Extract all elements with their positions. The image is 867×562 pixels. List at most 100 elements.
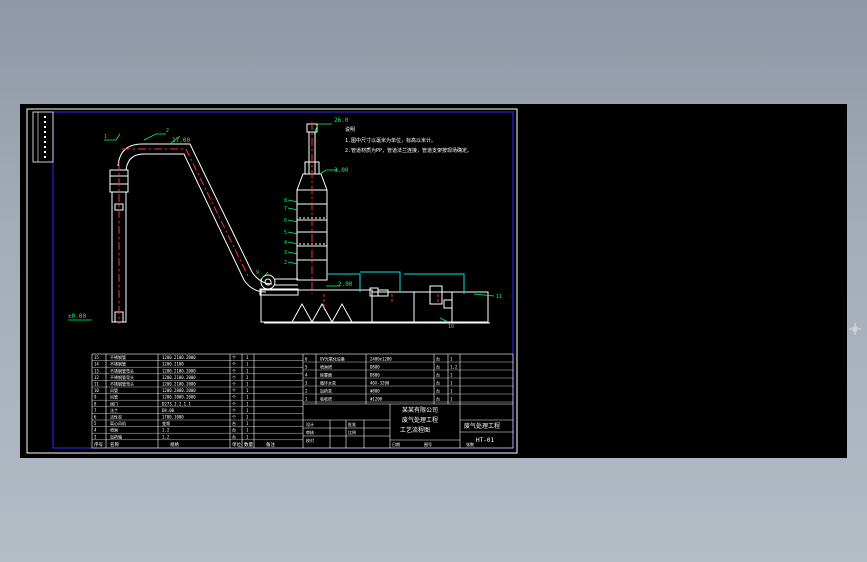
bom-left-cell: 个 [232,408,236,413]
bom-left-cell: 1.2 [162,428,170,433]
bom-left-cell: 1200.2100.2000 [162,355,196,360]
svg-text:张数: 张数 [466,441,474,447]
bom-right-cell: 台 [436,364,440,370]
bom-left-cell: 台 [232,427,236,433]
bom-right-cell: 台 [436,388,440,394]
svg-text:8: 8 [284,198,287,204]
bom-right-cell: 6 [305,357,308,362]
elev-ground: ±0.00 [68,313,86,320]
bom-left-cell: 不锈钢管 [110,361,126,367]
notes-line1: 1.图中尺寸以毫米为单位，标高以米计。 [345,137,436,144]
svg-text:批准: 批准 [348,421,356,427]
drawing-number: HT-01 [476,437,494,444]
bom-left-cell: 4 [94,428,97,433]
svg-text:11: 11 [496,294,502,300]
bom-left-cell: 台 [232,433,236,439]
bom-left-cell: 11 [94,382,99,387]
bom-left-cell: 不锈钢管弯头 [110,381,134,387]
svg-text:1: 1 [104,134,107,140]
bom-left-cell: 喷淋 [110,427,118,433]
bom-right-cell: 台 [436,372,440,378]
bom-left-cell: 6 [94,415,97,420]
exhaust-duct [109,143,273,323]
svg-text:2: 2 [284,260,287,266]
bom-left-cell: 阀门 [110,400,118,406]
bom-left-cell: 1200.2100 [162,362,184,367]
bom-right-cell: 除雾器 [320,372,332,378]
bom-left-cell: 1 [246,421,249,426]
bom-left-cell: 1 [246,375,249,380]
bom-left-cell: 个 [232,388,236,393]
bom-header-name: 名称 [110,441,119,448]
bom-left-cell: 不锈钢管 [110,354,126,360]
bom-right-cell: Φ800 [370,389,380,394]
bom-left-cell: 个 [232,375,236,380]
bom-left-cell: 1200.2100.2000 [162,368,196,373]
project-line3: 工艺流程图 [400,426,430,434]
bom-header: 序号 名称 规格 单位 数量 备注 [94,441,275,448]
drawing-name: 废气处理工程 [464,422,500,430]
svg-text:日期: 日期 [392,441,400,447]
bom-right-cell: 台 [436,396,440,402]
bom-right-cell: 台 [436,380,440,386]
bom-left-cell: 1 [246,362,249,367]
bom-left-cell: 13 [94,368,99,373]
bom-header-unit: 单位 [232,441,241,448]
bom-header-qty: 数量 [244,441,253,448]
bom-left-cell: 个 [232,382,236,387]
bom-left-rows: 15 不锈钢管 1200.2100.2000 个 114 不锈钢管 1200.2100 个 11… [92,354,303,440]
bom-right-cell: 1 [450,389,453,394]
bom-right-cell: 40X-3200 [370,381,390,386]
svg-text:10: 10 [448,324,454,330]
dosing-pumps [369,285,453,309]
duct-centerline [122,148,249,277]
svg-text:4: 4 [284,240,287,246]
bom-left-cell: 8 [94,401,97,406]
bom-left-cell: D273.1.2.1.1 [162,401,191,406]
bom-left-cell: 台 [232,420,236,426]
bom-right-cell: 1 [305,397,308,402]
bom-left-cell: 12 [94,375,99,380]
bom-left-cell: 个 [232,355,236,360]
bom-left-cell: 个 [232,362,236,367]
svg-text:3: 3 [284,250,287,256]
bom-left-cell: 1200.2100.2000 [162,375,196,380]
bom-right-cell: 3 [305,381,308,386]
bom-left-cell: 1 [246,368,249,373]
bom-left-cell: 风管 [110,387,118,393]
bom-left-cell: 加药箱 [110,433,122,439]
bom-right-cell: 吸收塔 [320,396,332,402]
svg-text:2: 2 [166,128,169,134]
crosshair-cursor-icon [849,323,861,335]
bom-left-cell: 离心风机 [110,420,126,426]
drawing-svg: 128 765 432 91110 17.00 26.0 3.00 ±0.00 … [26,108,518,454]
svg-text:校对: 校对 [306,437,314,443]
bom-left-cell: 10 [94,388,99,393]
bom-header-no: 序号 [94,441,103,448]
bom-left-cell: 法兰 [110,407,118,413]
cad-drawing-canvas[interactable]: 128 765 432 9 11 10 17.00 26.0 3.00 ±0.00 … [20,104,861,458]
bom-left-cell: 1 [246,415,249,420]
bom-left-cell: 个 [232,395,236,400]
bom-right-cell: 1 [450,373,453,378]
bom-left-cell: 1 [246,395,249,400]
bom-left-cell: 1 [246,382,249,387]
svg-text:审核: 审核 [306,429,314,435]
bom-left-cell: 9 [94,395,97,400]
bom-left-cell: 1 [246,434,249,439]
bom-left-cell: 3 [94,434,97,439]
bom-left-cell: 1.2 [162,434,170,439]
bom-right-cell: 台 [436,356,440,362]
bom-left-cell: 15 [94,355,99,360]
project-line1: 某某有限公司 [402,406,438,414]
bom-right-cell: 1 [450,357,453,362]
bom-right-cell: 5 [305,365,308,370]
bom-left-cell: 1 [246,408,249,413]
svg-text:5: 5 [284,230,287,236]
bom-left-cell: 1200.2000.2000 [162,388,196,393]
bom-left-cell: 1200.2100.2000 [162,382,196,387]
bom-left-cell: 1 [246,355,249,360]
bom-left-cell: 1 [246,388,249,393]
bom-left-cell: D8.00 [162,408,175,413]
project-line2: 废气处理工程 [402,416,438,424]
